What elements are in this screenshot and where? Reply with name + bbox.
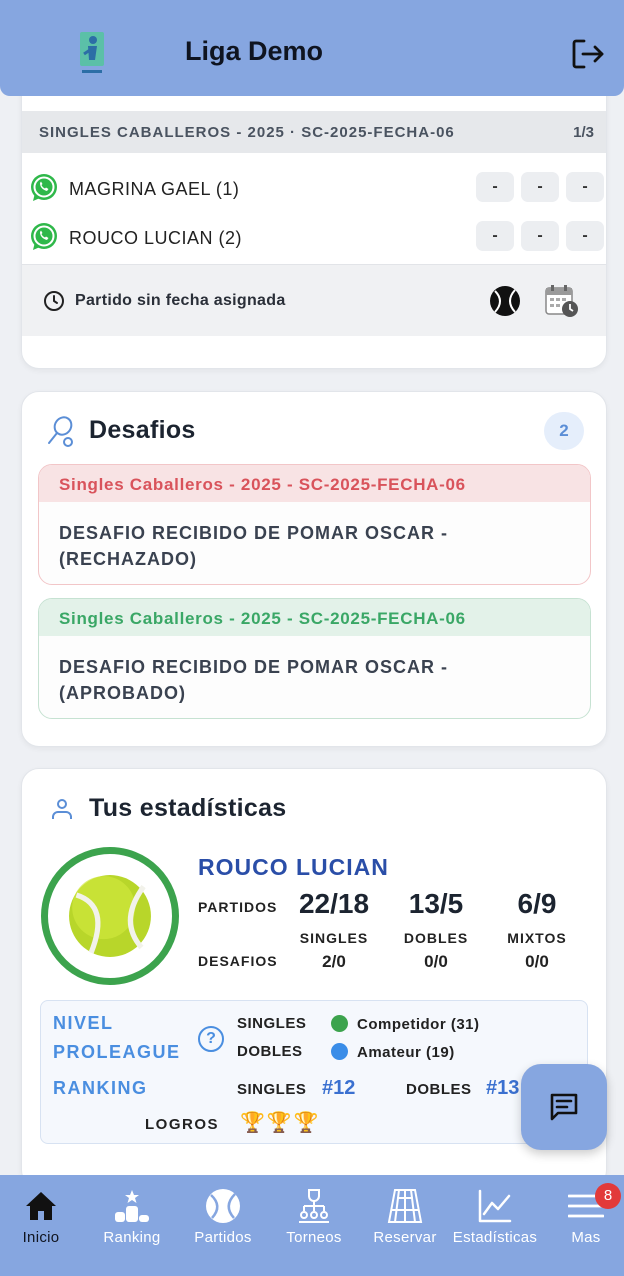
level-ranking-box: NIVEL PROLEAGUE ? SINGLES Competidor (31… (40, 1000, 588, 1144)
tab-ranking[interactable]: Ranking (87, 1175, 177, 1276)
tab-estadisticas[interactable]: Estadísticas (450, 1175, 540, 1276)
player-name: ROUCO LUCIAN (198, 854, 389, 880)
stats-title: Tus estadísticas (89, 794, 287, 822)
desafio-body: DESAFIO RECIBIDO DE POMAR OSCAR - (APROB… (59, 657, 449, 703)
calendar-clock-icon[interactable] (544, 283, 580, 319)
player-avatar (41, 847, 179, 985)
ranking-singles-label: SINGLES (237, 1081, 307, 1098)
singles-label: SINGLES (299, 930, 369, 946)
stats-card: Tus estadísticas ROUCO LUCIAN PARTIDOS D… (21, 768, 607, 1188)
tab-label: Partidos (194, 1229, 252, 1246)
match-header: SINGLES CABALLEROS - 2025 · SC-2025-FECH… (22, 111, 606, 153)
chat-button[interactable] (521, 1064, 607, 1150)
user-icon (52, 799, 72, 819)
nivel-dobles-value: Amateur (19) (357, 1044, 455, 1061)
chart-icon (478, 1189, 512, 1223)
score-box: - (566, 221, 604, 251)
nivel-singles-value: Competidor (31) (357, 1016, 480, 1033)
desafios-title: Desafios (89, 416, 196, 444)
chat-icon (550, 1093, 578, 1121)
ranking-singles-value: #12 (322, 1077, 356, 1099)
tab-reservar[interactable]: Reservar (360, 1175, 450, 1276)
league-logo-icon (80, 32, 104, 73)
logros-label: LOGROS (145, 1116, 220, 1133)
tab-inicio[interactable]: Inicio (0, 1175, 86, 1276)
ranking-label: RANKING (53, 1078, 148, 1098)
nivel-label: NIVEL (53, 1013, 114, 1033)
score-box: - (566, 172, 604, 202)
desafio-item-rejected[interactable]: Singles Caballeros - 2025 - SC-2025-FECH… (38, 464, 591, 585)
desafios-card: Desafios 2 Singles Caballeros - 2025 - S… (21, 391, 607, 747)
tab-partidos[interactable]: Partidos (178, 1175, 268, 1276)
clock-icon (44, 291, 64, 311)
no-date-text: Partido sin fecha asignada (75, 292, 286, 309)
proleague-label: PROLEAGUE (53, 1042, 181, 1062)
tab-label: Inicio (22, 1229, 60, 1246)
tab-label: Torneos (286, 1229, 342, 1246)
nivel-dobles-label: DOBLES (237, 1043, 303, 1060)
home-icon (26, 1192, 56, 1220)
desafio-item-approved[interactable]: Singles Caballeros - 2025 - SC-2025-FECH… (38, 598, 591, 719)
mixtos-desafios: 0/0 (525, 952, 549, 971)
trophy-icons: 🏆🏆🏆 (240, 1112, 321, 1134)
singles-desafios: 2/0 (322, 952, 346, 971)
score-box: - (521, 221, 559, 251)
score-box: - (476, 172, 514, 202)
player-name: MAGRINA GAEL (1) (69, 179, 240, 199)
podium-icon (115, 1190, 149, 1222)
tennis-ball-icon (69, 875, 151, 957)
desafio-header: Singles Caballeros - 2025 - SC-2025-FECH… (39, 599, 590, 636)
player-row: MAGRINA GAEL (1) - - - (22, 164, 606, 212)
court-icon (387, 1189, 423, 1223)
dobles-desafios: 0/0 (424, 952, 448, 971)
desafio-header: Singles Caballeros - 2025 - SC-2025-FECH… (39, 465, 590, 502)
ranking-dobles-value: #13 (486, 1077, 520, 1099)
match-title: SINGLES CABALLEROS - 2025 · SC-2025-FECH… (39, 124, 455, 141)
dobles-matches: 13/5 (408, 888, 464, 919)
tab-label: Estadísticas (452, 1229, 538, 1246)
desafios-label: DESAFIOS (198, 953, 278, 969)
help-icon[interactable]: ? (198, 1026, 224, 1052)
tab-label: Ranking (103, 1229, 161, 1246)
whatsapp-icon[interactable] (29, 173, 59, 203)
player-name: ROUCO LUCIAN (2) (69, 228, 243, 248)
score-box: - (521, 172, 559, 202)
mixtos-matches: 6/9 (517, 888, 557, 919)
amateur-dot (331, 1043, 348, 1060)
notification-badge: 8 (595, 1183, 621, 1209)
competitor-dot (331, 1015, 348, 1032)
desafios-count-badge: 2 (544, 412, 584, 450)
ranking-dobles-label: DOBLES (406, 1081, 472, 1098)
tab-label: Reservar (373, 1229, 437, 1246)
dobles-label: DOBLES (403, 930, 469, 946)
tennis-ball-icon[interactable] (489, 285, 521, 317)
match-card: SINGLES CABALLEROS - 2025 · SC-2025-FECH… (21, 60, 607, 369)
match-pagination[interactable]: 1/3 (573, 124, 594, 141)
whatsapp-icon[interactable] (29, 222, 59, 252)
racket-icon (48, 416, 73, 447)
desafio-body: DESAFIO RECIBIDO DE POMAR OSCAR - (RECHA… (59, 523, 449, 569)
nivel-singles-label: SINGLES (237, 1015, 307, 1032)
mixtos-label: MIXTOS (507, 930, 567, 946)
tab-label: Mas (571, 1229, 601, 1246)
singles-matches: 22/18 (298, 888, 370, 919)
tab-torneos[interactable]: Torneos (269, 1175, 359, 1276)
partidos-label: PARTIDOS (198, 899, 278, 915)
logout-icon[interactable] (570, 36, 606, 72)
app-title: Liga Demo (185, 36, 324, 66)
bottom-tab-bar: Inicio Ranking Partidos Torneos Reservar (0, 1175, 624, 1276)
score-box: - (476, 221, 514, 251)
match-footer: Partido sin fecha asignada (22, 264, 606, 336)
tournament-icon (299, 1189, 329, 1223)
app-header: Liga Demo (0, 0, 624, 96)
player-row: ROUCO LUCIAN (2) - - - (22, 213, 606, 261)
tennis-ball-icon (206, 1189, 240, 1223)
